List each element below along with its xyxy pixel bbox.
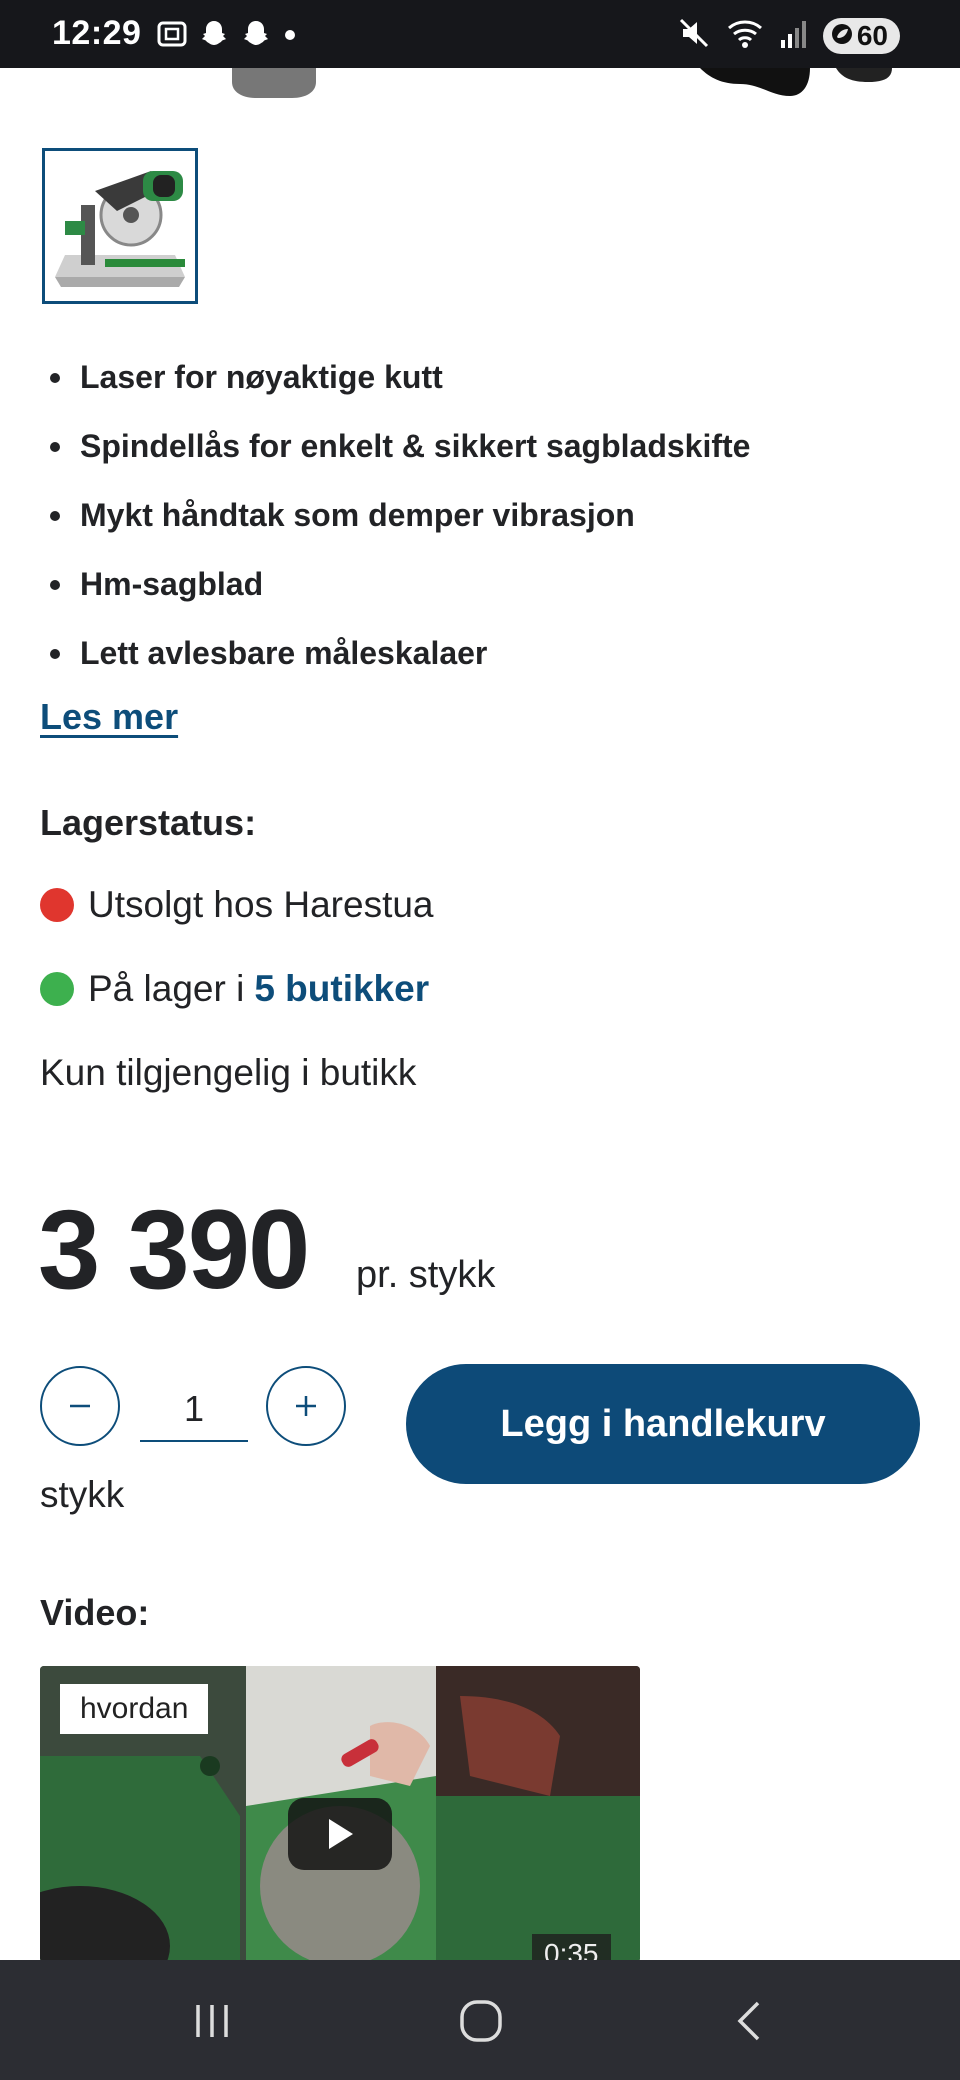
status-bar: 12:29 60 <box>0 0 960 68</box>
play-button[interactable] <box>288 1798 392 1870</box>
clock: 12:29 <box>52 14 142 52</box>
out-of-stock-indicator-icon <box>40 888 74 922</box>
add-to-cart-button[interactable]: Legg i handlekurv <box>406 1364 920 1484</box>
video-heading: Video: <box>40 1592 150 1633</box>
feature-list: Laser for nøyaktige kutt Spindellås for … <box>40 352 920 697</box>
snapchat-icon <box>240 18 272 55</box>
system-icons: 60 <box>677 16 900 55</box>
product-gallery-cropped <box>0 68 960 102</box>
stores-link[interactable]: 5 butikker <box>254 968 429 1010</box>
home-icon <box>460 2000 502 2042</box>
quantity-input[interactable] <box>140 1378 248 1442</box>
notification-icons <box>156 18 298 55</box>
feature-item: Hm-sagblad <box>40 559 920 628</box>
battery-indicator: 60 <box>822 17 900 54</box>
other-stores-stock-status: På lager i 5 butikker <box>40 968 429 1010</box>
decrease-quantity-button[interactable] <box>40 1366 120 1446</box>
recent-apps-icon <box>196 2005 228 2037</box>
feature-item: Lett avlesbare måleskalaer <box>40 628 920 697</box>
video-duration: 0:35 <box>532 1934 611 1962</box>
local-stock-status: Utsolgt hos Harestua <box>40 884 434 926</box>
increase-quantity-button[interactable] <box>266 1366 346 1446</box>
battery-saver-icon <box>831 20 853 52</box>
back-button[interactable] <box>720 1994 780 2048</box>
more-notifications-dot-icon <box>282 18 298 55</box>
plus-icon <box>296 1396 316 1416</box>
availability-note: Kun tilgjengelig i butikk <box>40 1052 417 1093</box>
in-stock-indicator-icon <box>40 972 74 1006</box>
battery-level: 60 <box>856 19 888 51</box>
product-thumbnail[interactable] <box>42 148 198 304</box>
minus-icon <box>70 1404 90 1408</box>
feature-item: Mykt håndtak som demper vibrasjon <box>40 490 920 559</box>
feature-item: Laser for nøyaktige kutt <box>40 352 920 421</box>
mute-icon <box>677 16 711 55</box>
read-more-link[interactable]: Les mer <box>40 696 178 738</box>
system-navigation-bar <box>0 1960 960 2080</box>
recent-apps-button[interactable] <box>182 1994 242 2048</box>
video-player[interactable]: hvordan 0:35 <box>40 1666 640 1962</box>
quantity-unit: stykk <box>40 1474 125 1515</box>
home-button[interactable] <box>451 1994 511 2048</box>
price-unit: pr. stykk <box>356 1254 496 1296</box>
screenshot-icon <box>156 18 188 55</box>
stock-status-heading: Lagerstatus: <box>40 802 257 843</box>
snapchat-icon <box>198 18 230 55</box>
miter-saw-image <box>45 151 195 301</box>
signal-icon <box>779 16 809 55</box>
back-chevron-icon <box>737 2001 760 2041</box>
wifi-icon <box>725 16 765 55</box>
feature-item: Spindellås for enkelt & sikkert sagblads… <box>40 421 920 490</box>
video-category-tag: hvordan <box>60 1684 209 1734</box>
other-stores-prefix: På lager i <box>88 968 245 1009</box>
local-stock-text: Utsolgt hos Harestua <box>88 884 434 925</box>
price-amount: 3 390 <box>38 1187 310 1312</box>
play-icon <box>329 1819 353 1849</box>
